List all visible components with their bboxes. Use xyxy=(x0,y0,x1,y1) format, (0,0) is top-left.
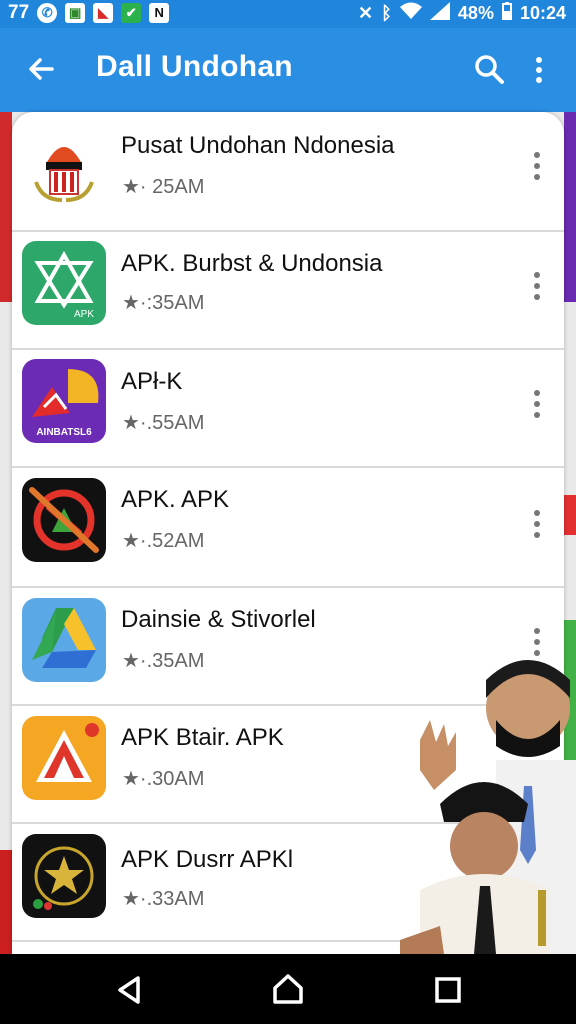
emblem-icon xyxy=(22,124,106,208)
app-subtitle: ★·:35AM xyxy=(122,292,205,314)
battery-percent: 48% xyxy=(457,3,494,23)
flag-notification-icon: ◣ xyxy=(93,3,114,23)
shell-flag-icon: AINBATSL6 xyxy=(22,359,106,443)
green-notification-icon: ✔ xyxy=(121,3,142,23)
bluetooth-icon: ᛒ xyxy=(381,3,392,23)
notification-count: 77 xyxy=(8,2,30,23)
search-button[interactable] xyxy=(470,50,510,90)
clock: 10:24 xyxy=(519,3,566,23)
wifi-icon xyxy=(399,2,422,25)
nav-recents-icon xyxy=(435,977,461,1003)
app-bar: Dall Undohan xyxy=(0,28,576,112)
item-menu-button[interactable] xyxy=(527,272,547,308)
app-subtitle: ★·.30AM xyxy=(122,768,205,790)
list-item[interactable]: AINBATSL6 APł-K ★·.55AM xyxy=(12,348,564,468)
mute-icon: ✕ xyxy=(358,3,374,23)
app-title: APK Dusrr APKl xyxy=(121,846,294,873)
battery-icon xyxy=(501,2,512,25)
item-menu-button[interactable] xyxy=(527,390,547,426)
system-nav-bar xyxy=(0,954,576,1024)
shell-icon-label: AINBATSL6 xyxy=(36,427,92,438)
list-item[interactable]: APK APK. Burbst & Undonsia ★·:35AM xyxy=(12,230,564,350)
nav-recents-button[interactable] xyxy=(428,970,468,1010)
overflow-menu-button[interactable] xyxy=(524,50,554,90)
right-stripe-purple xyxy=(564,112,576,302)
nav-back-button[interactable] xyxy=(110,970,150,1010)
people-photo xyxy=(400,650,576,954)
right-stripe-red xyxy=(564,495,576,535)
app-title: APł-K xyxy=(121,368,183,395)
star-crest-icon xyxy=(22,834,106,918)
nav-home-button[interactable] xyxy=(268,970,308,1010)
triangle-logo-icon xyxy=(22,716,106,800)
apk-icon-label: APK xyxy=(74,309,94,320)
no-sign-icon xyxy=(22,478,106,562)
back-button[interactable] xyxy=(22,50,62,90)
list-item[interactable]: Pusat Undohan Ndonesia ★· 25AM xyxy=(12,112,564,232)
item-menu-button[interactable] xyxy=(527,510,547,546)
app-subtitle: ★·.33AM xyxy=(122,888,205,910)
app-subtitle: ★·.55AM xyxy=(122,412,205,434)
search-icon xyxy=(475,55,504,84)
app-subtitle: ★· 25AM xyxy=(122,176,205,198)
page-title: Dall Undohan xyxy=(96,50,293,83)
app-title: APK Btair. APK xyxy=(121,724,284,751)
drive-icon xyxy=(22,598,106,682)
nav-back-icon xyxy=(118,976,140,1004)
signal-icon xyxy=(429,2,450,25)
apk-triangle-icon: APK xyxy=(22,241,106,325)
app-subtitle: ★·.52AM xyxy=(122,530,205,552)
app-title: APK. Burbst & Undonsia xyxy=(121,250,383,277)
app-notification-icon: ▣ xyxy=(65,3,86,23)
app-title: Dainsie & Stivorlel xyxy=(121,606,316,633)
list-item[interactable]: APK. APK ★·.52AM xyxy=(12,466,564,588)
back-arrow-icon xyxy=(29,58,54,80)
item-menu-button[interactable] xyxy=(527,152,547,188)
app-subtitle: ★·.35AM xyxy=(122,650,205,672)
n-notification-icon: N xyxy=(149,3,170,23)
app-title: Pusat Undohan Ndonesia xyxy=(121,132,395,159)
more-vert-icon xyxy=(536,57,542,83)
nav-home-icon xyxy=(273,974,303,1004)
status-bar: 77 ✆ ▣ ◣ ✔ N ✕ ᛒ 48% 10:24 xyxy=(0,0,576,28)
left-stripe-red xyxy=(0,112,12,302)
chat-notification-icon: ✆ xyxy=(37,3,58,23)
app-title: APK. APK xyxy=(121,486,230,513)
left-stripe-red-bottom xyxy=(0,850,12,954)
